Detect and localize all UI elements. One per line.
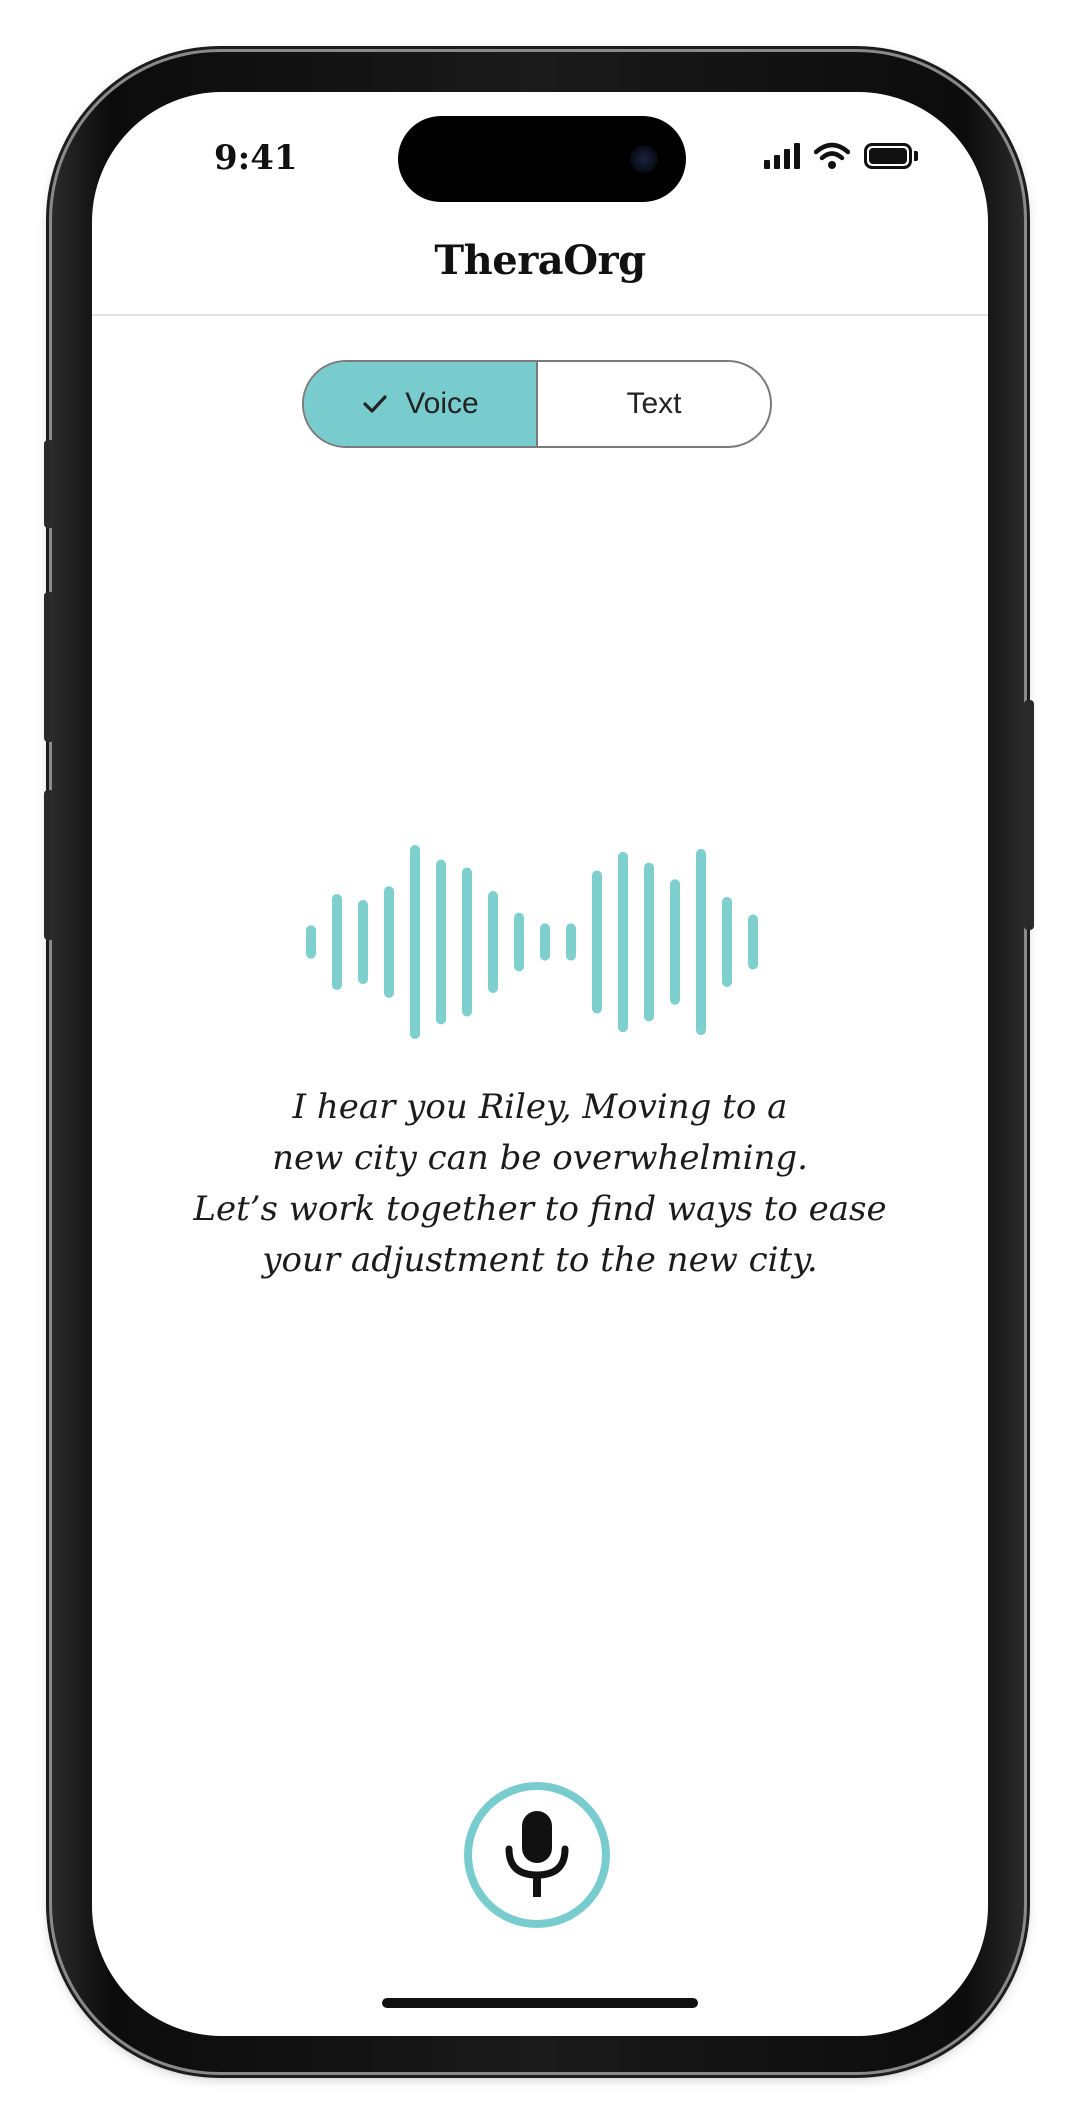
text-mode-label: Text bbox=[626, 387, 682, 420]
status-time: 9:41 bbox=[214, 138, 298, 178]
waveform-bar bbox=[514, 912, 524, 972]
power-button bbox=[1024, 700, 1034, 930]
voice-mode-label: Voice bbox=[405, 387, 479, 420]
volume-down-button bbox=[44, 790, 54, 940]
waveform-bar bbox=[306, 925, 316, 959]
waveform-bar bbox=[462, 867, 472, 1017]
message-line: your adjustment to the new city. bbox=[262, 1240, 818, 1280]
waveform-bar bbox=[410, 844, 420, 1040]
app-title: TheraOrg bbox=[434, 237, 646, 284]
mode-toggle: Voice Text bbox=[302, 360, 772, 448]
message-line: I hear you Riley, Moving to a bbox=[292, 1087, 788, 1127]
microphone-button[interactable] bbox=[464, 1782, 610, 1928]
message-line: new city can be overwhelming. bbox=[272, 1138, 808, 1178]
dynamic-island bbox=[398, 116, 686, 202]
waveform-bar bbox=[358, 899, 368, 985]
microphone-icon bbox=[505, 1811, 569, 1897]
waveform-bar bbox=[566, 923, 576, 961]
waveform-bar bbox=[618, 851, 628, 1033]
battery-icon bbox=[864, 143, 918, 169]
waveform-bar bbox=[332, 893, 342, 991]
waveform-bar bbox=[644, 862, 654, 1022]
status-icons bbox=[764, 142, 918, 170]
waveform-bar bbox=[748, 914, 758, 970]
text-mode-button[interactable]: Text bbox=[538, 362, 770, 446]
volume-up-button bbox=[44, 592, 54, 742]
waveform-bar bbox=[592, 870, 602, 1014]
voice-mode-button[interactable]: Voice bbox=[304, 362, 538, 446]
signal-icon bbox=[764, 143, 800, 169]
wifi-icon bbox=[814, 142, 850, 169]
waveform-bar bbox=[540, 923, 550, 961]
waveform-bar bbox=[670, 879, 680, 1005]
front-camera-icon bbox=[630, 145, 658, 173]
home-indicator bbox=[382, 1998, 698, 2008]
phone-screen: 9:41 TheraOrg Voice Text I hear you Rile… bbox=[92, 92, 988, 2036]
waveform-bar bbox=[696, 848, 706, 1036]
message-line: Let’s work together to find ways to ease bbox=[193, 1189, 887, 1229]
header-divider bbox=[92, 314, 988, 316]
check-icon bbox=[363, 395, 387, 413]
assistant-message: I hear you Riley, Moving to a new city c… bbox=[132, 1082, 948, 1286]
waveform-bar bbox=[488, 891, 498, 993]
waveform-bar bbox=[436, 859, 446, 1025]
waveform-bar bbox=[722, 896, 732, 988]
waveform-bar bbox=[384, 886, 394, 998]
silent-switch bbox=[44, 440, 54, 528]
